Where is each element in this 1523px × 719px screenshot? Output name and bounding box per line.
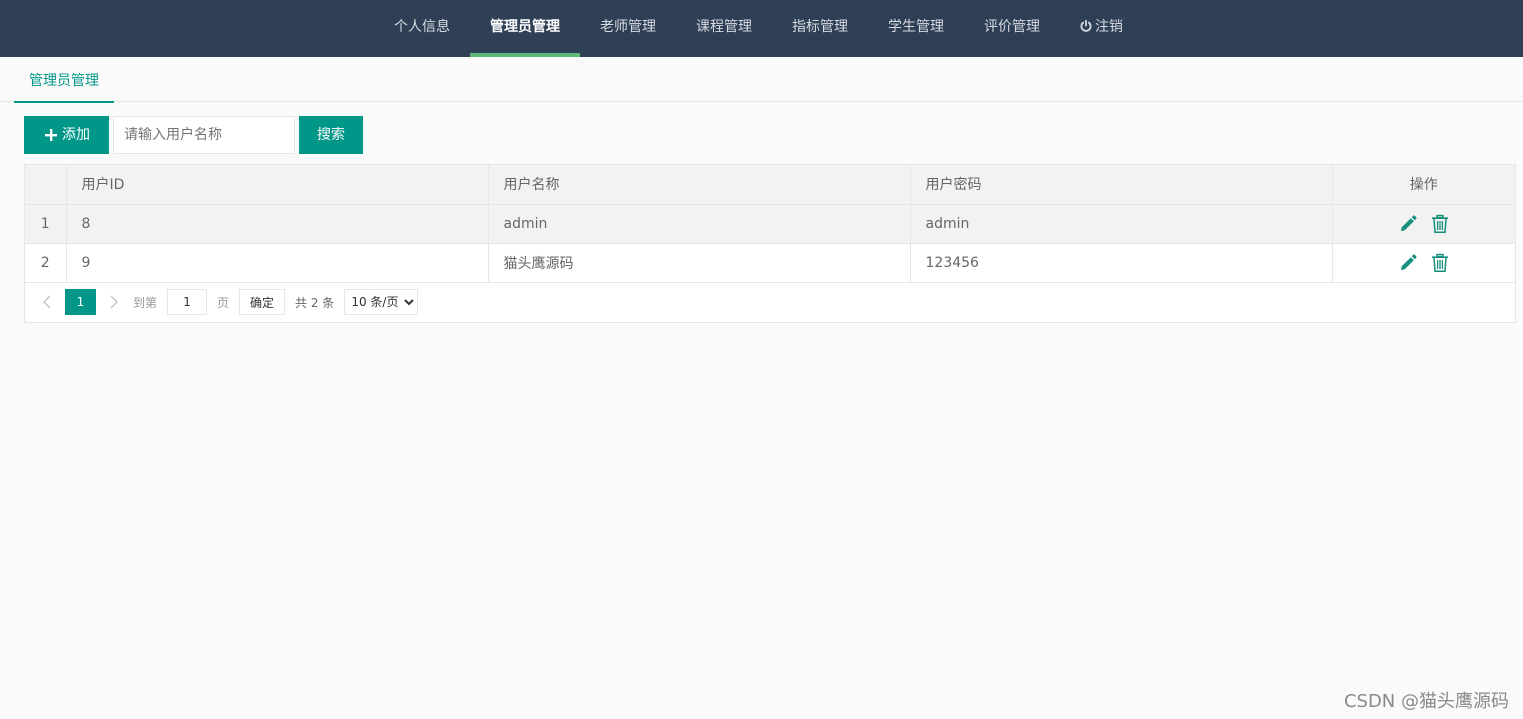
trash-icon[interactable] <box>1430 214 1450 234</box>
total-count: 共 2 条 <box>295 295 335 310</box>
nav-item-evaluation-manage[interactable]: 评价管理 <box>964 0 1060 57</box>
row-index: 1 <box>25 204 67 244</box>
cell-user-name: 猫头鹰源码 <box>488 243 911 283</box>
nav-item-course-manage[interactable]: 课程管理 <box>676 0 772 57</box>
add-button[interactable]: 添加 <box>24 116 109 154</box>
table-header-row: 用户ID 用户名称 用户密码 操作 <box>25 165 1515 205</box>
add-button-label: 添加 <box>62 127 90 143</box>
nav-item-personal-info[interactable]: 个人信息 <box>374 0 470 57</box>
nav-item-label: 指标管理 <box>792 19 848 35</box>
cell-user-id: 8 <box>66 204 489 244</box>
cell-user-id: 9 <box>66 243 489 283</box>
column-header-index <box>25 165 67 205</box>
search-button-label: 搜索 <box>317 127 345 143</box>
nav-item-label: 个人信息 <box>394 19 450 35</box>
search-input[interactable] <box>113 116 295 154</box>
admin-table: 用户ID 用户名称 用户密码 操作 1 8 admin admin 2 9 猫头… <box>24 164 1516 323</box>
cell-actions <box>1332 243 1515 283</box>
row-index: 2 <box>25 243 67 283</box>
nav-item-label: 注销 <box>1095 19 1123 35</box>
tab-admin-manage[interactable]: 管理员管理 <box>14 57 114 103</box>
goto-page-input[interactable] <box>167 289 208 315</box>
edit-icon[interactable] <box>1398 253 1418 273</box>
watermark: CSDN @猫头鹰源码 <box>1343 691 1509 712</box>
nav-item-student-manage[interactable]: 学生管理 <box>868 0 964 57</box>
cell-user-name: admin <box>488 204 911 244</box>
nav-menu: 个人信息 管理员管理 老师管理 课程管理 指标管理 学生管理 评价管理 注销 <box>374 0 1143 57</box>
cell-user-password: admin <box>910 204 1333 244</box>
prev-page-icon[interactable] <box>33 289 61 315</box>
plus-icon <box>44 128 58 142</box>
power-icon <box>1080 20 1092 32</box>
nav-item-label: 老师管理 <box>600 19 656 35</box>
nav-item-logout[interactable]: 注销 <box>1060 0 1143 57</box>
search-button[interactable]: 搜索 <box>299 116 363 154</box>
page-size-select[interactable]: 10 条/页 <box>344 289 419 315</box>
nav-item-teacher-manage[interactable]: 老师管理 <box>580 0 676 57</box>
column-header-user-name[interactable]: 用户名称 <box>488 165 911 205</box>
top-navbar: 个人信息 管理员管理 老师管理 课程管理 指标管理 学生管理 评价管理 注销 <box>0 0 1523 57</box>
column-header-actions: 操作 <box>1332 165 1515 205</box>
nav-item-label: 评价管理 <box>984 19 1040 35</box>
toolbar: 添加 搜索 <box>24 116 363 154</box>
table-row[interactable]: 1 8 admin admin <box>25 204 1515 244</box>
edit-icon[interactable] <box>1398 214 1418 234</box>
nav-item-label: 课程管理 <box>696 19 752 35</box>
cell-user-password: 123456 <box>910 243 1333 283</box>
nav-item-indicator-manage[interactable]: 指标管理 <box>772 0 868 57</box>
column-header-user-id[interactable]: 用户ID <box>66 165 489 205</box>
pagination: 1 到第 页 确定 共 2 条 10 条/页 <box>25 282 1515 322</box>
trash-icon[interactable] <box>1430 253 1450 273</box>
nav-item-admin-manage[interactable]: 管理员管理 <box>470 0 580 57</box>
goto-label: 到第 <box>133 295 158 310</box>
tab-bar: 管理员管理 <box>0 57 1523 103</box>
column-header-user-password[interactable]: 用户密码 <box>910 165 1333 205</box>
page-label: 页 <box>217 295 230 310</box>
nav-item-label: 管理员管理 <box>490 19 560 35</box>
current-page-button[interactable]: 1 <box>65 289 96 315</box>
cell-actions <box>1332 204 1515 244</box>
next-page-icon[interactable] <box>100 289 128 315</box>
table-row[interactable]: 2 9 猫头鹰源码 123456 <box>25 243 1515 283</box>
goto-confirm-button[interactable]: 确定 <box>239 289 286 315</box>
nav-item-label: 学生管理 <box>888 19 944 35</box>
